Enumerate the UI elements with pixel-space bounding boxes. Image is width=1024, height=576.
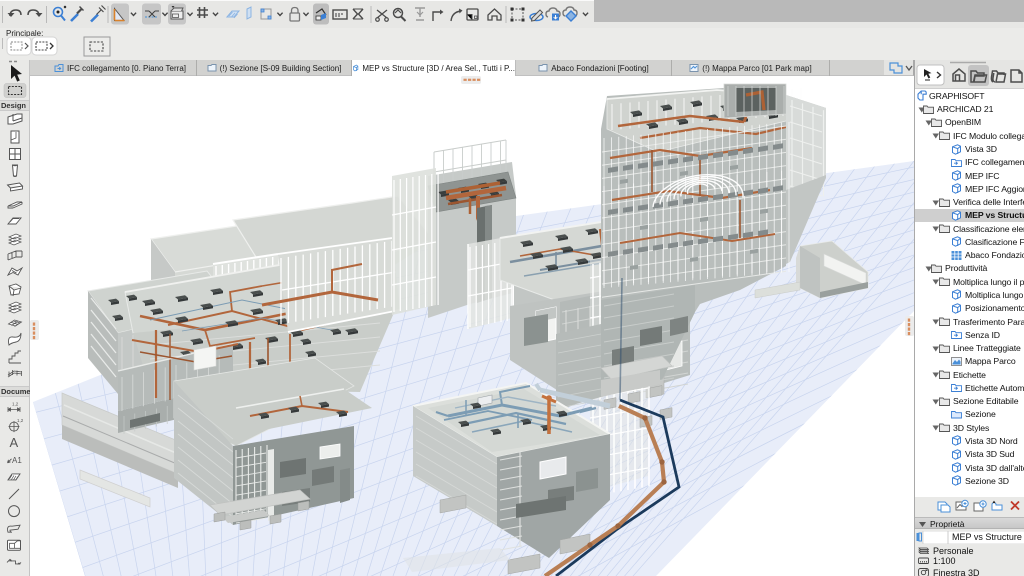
svg-text:A: A (10, 435, 19, 450)
svg-text:A1: A1 (12, 456, 22, 465)
svg-text:1,2: 1,2 (12, 402, 19, 407)
svg-text:1,2: 1,2 (17, 418, 24, 423)
